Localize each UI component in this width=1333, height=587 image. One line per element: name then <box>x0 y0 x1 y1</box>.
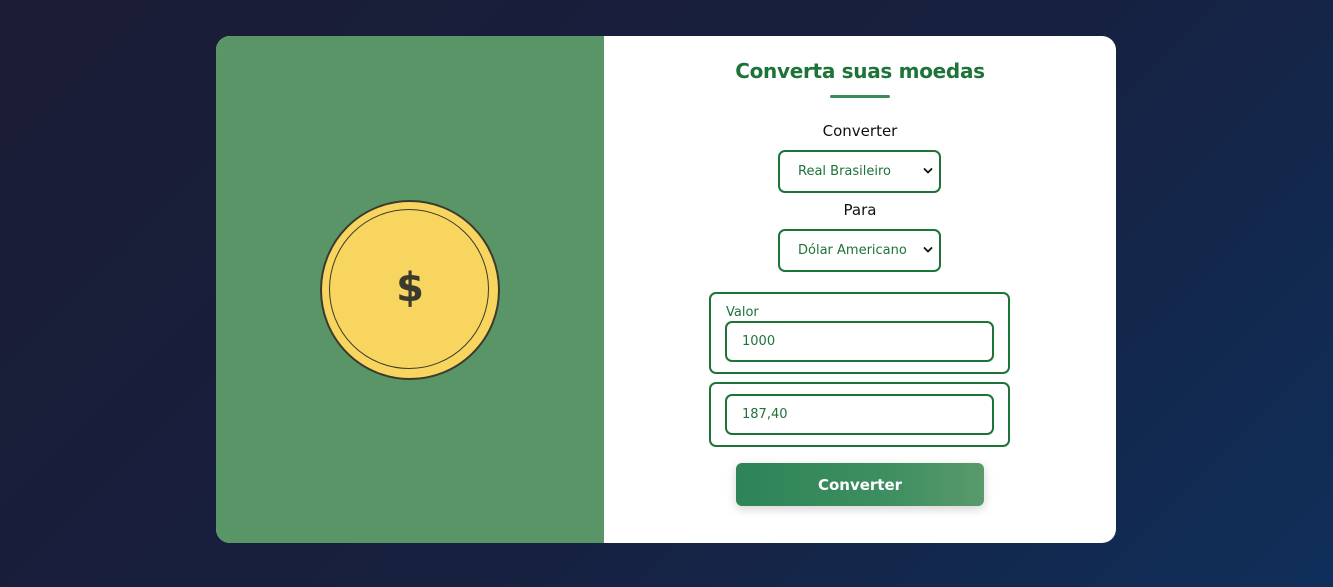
result-output[interactable]: 187,40 <box>725 394 994 435</box>
to-currency-value: Dólar Americano <box>798 243 907 258</box>
to-currency-label: Para <box>843 201 877 219</box>
chevron-down-icon <box>923 168 933 174</box>
form-panel: Converta suas moedas Converter Real Bras… <box>604 36 1116 543</box>
from-currency-select[interactable]: Real Brasileiro <box>778 150 941 193</box>
dollar-sign-icon: $ <box>396 265 424 311</box>
coin-icon: $ <box>320 200 500 380</box>
page-title: Converta suas moedas <box>735 59 985 83</box>
chevron-down-icon <box>923 247 933 253</box>
amount-label: Valor <box>726 305 759 320</box>
title-underline <box>830 95 890 98</box>
from-currency-value: Real Brasileiro <box>798 164 892 179</box>
to-currency-select[interactable]: Dólar Americano <box>778 229 941 272</box>
convert-button[interactable]: Converter <box>736 463 984 506</box>
from-currency-label: Converter <box>822 122 898 140</box>
converter-card: $ Converta suas moedas Converter Real Br… <box>216 36 1116 543</box>
amount-group: Valor 1000 <box>709 292 1010 374</box>
illustration-panel: $ <box>216 36 604 543</box>
result-group: 187,40 <box>709 382 1010 447</box>
amount-input[interactable]: 1000 <box>725 321 994 362</box>
